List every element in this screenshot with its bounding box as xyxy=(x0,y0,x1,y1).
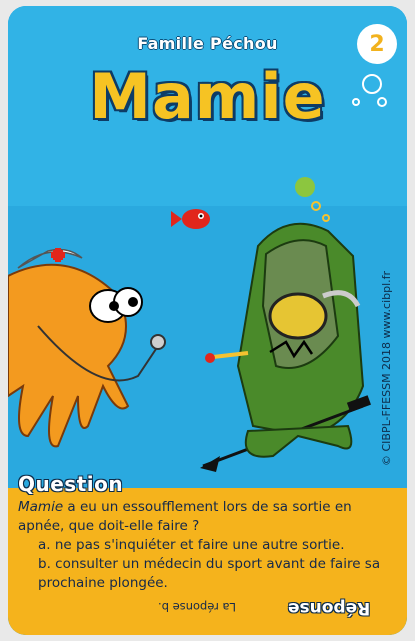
question-text: Mamie a eu un essoufflement lors de sa s… xyxy=(18,498,398,593)
card-title: Mamie xyxy=(89,60,326,133)
question-label: Question xyxy=(18,472,124,496)
family-name: Famille Péchou xyxy=(137,34,278,53)
question-panel: Question Mamie a eu un essoufflement lor… xyxy=(8,472,407,635)
question-subject: Mamie xyxy=(18,499,64,515)
option-b: b. consulter un médecin du sport avant d… xyxy=(38,556,381,591)
green-bubble xyxy=(295,177,315,197)
answer-label: Réponse xyxy=(288,598,371,618)
question-body: a eu un essoufflement lors de sa sortie … xyxy=(18,499,352,534)
card-number-badge: 2 xyxy=(357,24,397,64)
option-a: a. ne pas s'inquiéter et faire une autre… xyxy=(38,537,345,553)
card: Famille Péchou 2 Mamie © CIBPL-FFESSM 20… xyxy=(0,0,415,641)
answer-text: La réponse b. xyxy=(158,600,236,614)
copyright-text: © CIBPL-FFESSM 2018 www.cibpl.fr xyxy=(380,270,393,466)
card-face: Famille Péchou 2 Mamie © CIBPL-FFESSM 20… xyxy=(8,6,407,635)
